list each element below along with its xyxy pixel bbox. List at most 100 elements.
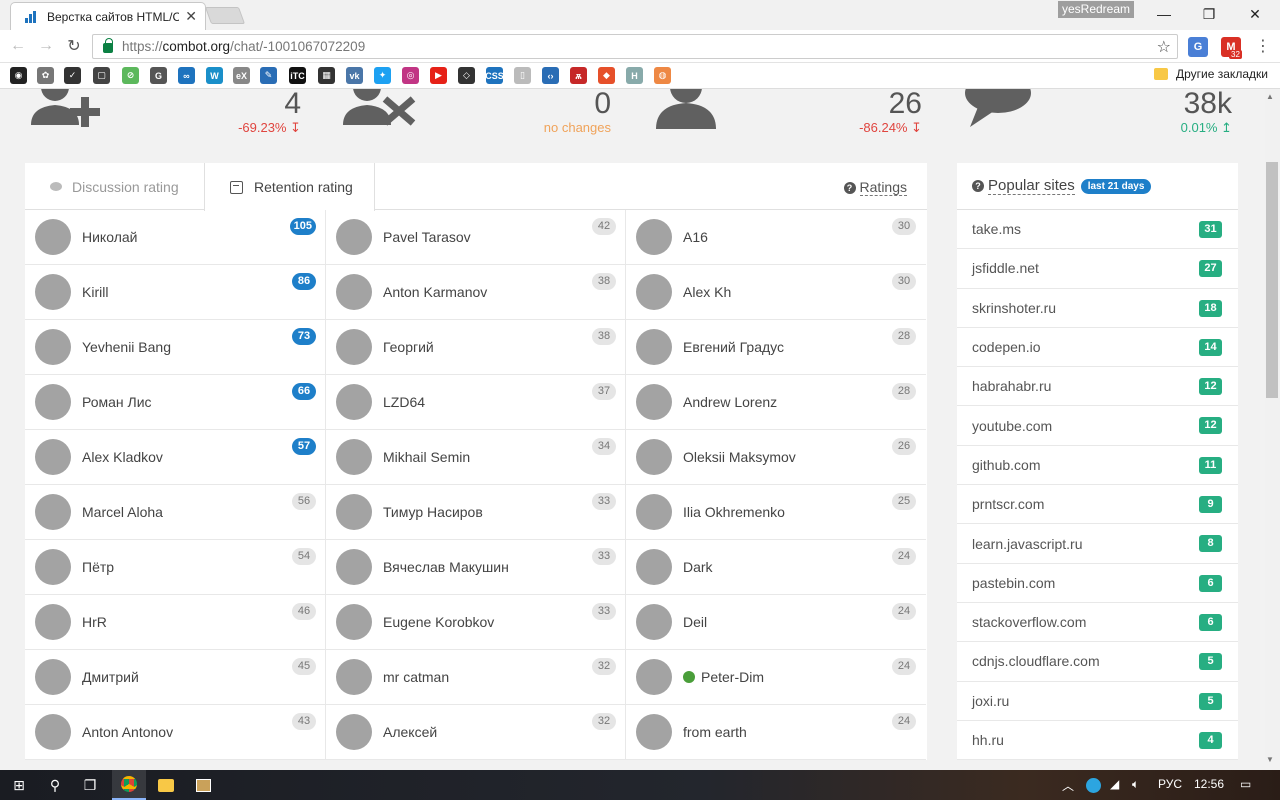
- scroll-down-icon[interactable]: ▼: [1266, 755, 1274, 764]
- network-icon[interactable]: ◢: [1110, 777, 1119, 791]
- vk-bookmark-icon[interactable]: vk: [346, 67, 363, 84]
- rating-row[interactable]: Alex Kh 30: [626, 265, 926, 320]
- user-name[interactable]: Роман Лис: [82, 394, 152, 410]
- site-item[interactable]: cdnjs.cloudflare.com 5: [957, 642, 1238, 682]
- github-bookmark-icon[interactable]: ◉: [10, 67, 27, 84]
- minimize-icon[interactable]: —: [1141, 0, 1187, 28]
- address-bar[interactable]: https://combot.org/chat/-1001067072209 ☆: [92, 34, 1178, 59]
- site-item[interactable]: learn.javascript.ru 8: [957, 524, 1238, 564]
- site-name[interactable]: cdnjs.cloudflare.com: [972, 653, 1100, 669]
- rating-row[interactable]: Роман Лис 66: [25, 375, 326, 430]
- user-name[interactable]: Евгений Градус: [683, 339, 784, 355]
- avatar[interactable]: [636, 604, 672, 640]
- avatar[interactable]: [35, 714, 71, 750]
- avatar[interactable]: [35, 439, 71, 475]
- rating-row[interactable]: Peter-Dim 24: [626, 650, 926, 705]
- user-name[interactable]: Deil: [683, 614, 707, 630]
- avatar[interactable]: [35, 219, 71, 255]
- site-item[interactable]: pastebin.com 6: [957, 564, 1238, 603]
- user-name[interactable]: Kirill: [82, 284, 108, 300]
- site-name[interactable]: learn.javascript.ru: [972, 536, 1083, 552]
- file-explorer-icon[interactable]: [157, 776, 175, 794]
- site-name[interactable]: youtube.com: [972, 418, 1052, 434]
- profile-button[interactable]: yesRedream: [1058, 1, 1134, 18]
- site-name[interactable]: pastebin.com: [972, 575, 1055, 591]
- user-name[interactable]: Ilia Okhremenko: [683, 504, 785, 520]
- scrollbar-thumb[interactable]: [1266, 162, 1278, 398]
- user-name[interactable]: Andrew Lorenz: [683, 394, 777, 410]
- notifications-icon[interactable]: ▭: [1240, 777, 1251, 791]
- rating-row[interactable]: Ilia Okhremenko 25: [626, 485, 926, 540]
- avatar[interactable]: [35, 494, 71, 530]
- rating-row[interactable]: Dark 24: [626, 540, 926, 595]
- new-tab-button[interactable]: [204, 7, 246, 24]
- user-name[interactable]: Пётр: [82, 559, 114, 575]
- avatar[interactable]: [35, 659, 71, 695]
- brain-bookmark-icon[interactable]: ✿: [37, 67, 54, 84]
- instagram-bookmark-icon[interactable]: ◎: [402, 67, 419, 84]
- chrome-taskbar-icon[interactable]: [112, 770, 146, 800]
- user-name[interactable]: Алексей: [383, 724, 437, 740]
- user-name[interactable]: Yevhenii Bang: [82, 339, 171, 355]
- translate-extension-icon[interactable]: G: [1188, 37, 1208, 57]
- twitter-bookmark-icon[interactable]: ✦: [374, 67, 391, 84]
- user-name[interactable]: Anton Antonov: [82, 724, 173, 740]
- rating-row[interactable]: Oleksii Maksymov 26: [626, 430, 926, 485]
- rating-row[interactable]: Eugene Korobkov 33: [326, 595, 626, 650]
- forward-icon[interactable]: →: [36, 36, 56, 56]
- user-name[interactable]: LZD64: [383, 394, 425, 410]
- site-name[interactable]: hh.ru: [972, 732, 1004, 748]
- avatar[interactable]: [636, 659, 672, 695]
- pen-bookmark-icon[interactable]: ✎: [260, 67, 277, 84]
- menu-icon[interactable]: ⋮: [1253, 36, 1273, 56]
- rating-row[interactable]: Алексей 32: [326, 705, 626, 760]
- rating-row[interactable]: Alex Kladkov 57: [25, 430, 326, 485]
- colorwheel-bookmark-icon[interactable]: ◍: [654, 67, 671, 84]
- rating-row[interactable]: from earth 24: [626, 705, 926, 760]
- infinity-bookmark-icon[interactable]: ∞: [178, 67, 195, 84]
- search-icon[interactable]: ⚲: [46, 776, 64, 794]
- avatar[interactable]: [336, 219, 372, 255]
- site-item[interactable]: take.ms 31: [957, 210, 1238, 250]
- site-item[interactable]: jsfiddle.net 27: [957, 249, 1238, 289]
- avatar[interactable]: [336, 714, 372, 750]
- code-bookmark-icon[interactable]: ‹›: [542, 67, 559, 84]
- site-item[interactable]: skrinshoter.ru 18: [957, 289, 1238, 328]
- site-item[interactable]: hh.ru 4: [957, 721, 1238, 760]
- user-name[interactable]: A16: [683, 229, 708, 245]
- avatar[interactable]: [636, 549, 672, 585]
- avatar[interactable]: [636, 439, 672, 475]
- user-name[interactable]: Oleksii Maksymov: [683, 449, 796, 465]
- user-name[interactable]: mr catman: [383, 669, 449, 685]
- site-item[interactable]: habrahabr.ru 12: [957, 367, 1238, 407]
- browser-tab-active[interactable]: Верстка сайтов HTML/C ✕: [10, 2, 206, 30]
- site-name[interactable]: jsfiddle.net: [972, 260, 1039, 276]
- site-item[interactable]: codepen.io 14: [957, 328, 1238, 368]
- user-name[interactable]: Alex Kh: [683, 284, 731, 300]
- telegram-tray-icon[interactable]: [1086, 778, 1101, 793]
- avatar[interactable]: [336, 329, 372, 365]
- close-window-icon[interactable]: ✕: [1232, 0, 1278, 28]
- user-name[interactable]: Дмитрий: [82, 669, 139, 685]
- avatar[interactable]: [336, 384, 372, 420]
- file-bookmark-icon[interactable]: ▯: [514, 67, 531, 84]
- other-bookmarks-folder[interactable]: Другие закладки: [1154, 67, 1268, 81]
- close-tab-icon[interactable]: ✕: [185, 8, 197, 25]
- avatar[interactable]: [336, 494, 372, 530]
- shield-bookmark-icon[interactable]: ✓: [64, 67, 81, 84]
- tab-discussion-rating[interactable]: Discussion rating: [25, 163, 205, 210]
- rating-row[interactable]: Marcel Aloha 56: [25, 485, 326, 540]
- user-name[interactable]: Вячеслав Макушин: [383, 559, 509, 575]
- rating-row[interactable]: Mikhail Semin 34: [326, 430, 626, 485]
- site-name[interactable]: prntscr.com: [972, 496, 1044, 512]
- language-indicator[interactable]: РУС: [1158, 777, 1182, 791]
- avatar[interactable]: [336, 549, 372, 585]
- site-name[interactable]: joxi.ru: [972, 693, 1009, 709]
- user-name[interactable]: HrR: [82, 614, 107, 630]
- rating-row[interactable]: Kirill 86: [25, 265, 326, 320]
- h-bookmark-icon[interactable]: H: [626, 67, 643, 84]
- avatar[interactable]: [336, 604, 372, 640]
- rating-row[interactable]: Вячеслав Макушин 33: [326, 540, 626, 595]
- avatar[interactable]: [636, 494, 672, 530]
- user-name[interactable]: Георгий: [383, 339, 434, 355]
